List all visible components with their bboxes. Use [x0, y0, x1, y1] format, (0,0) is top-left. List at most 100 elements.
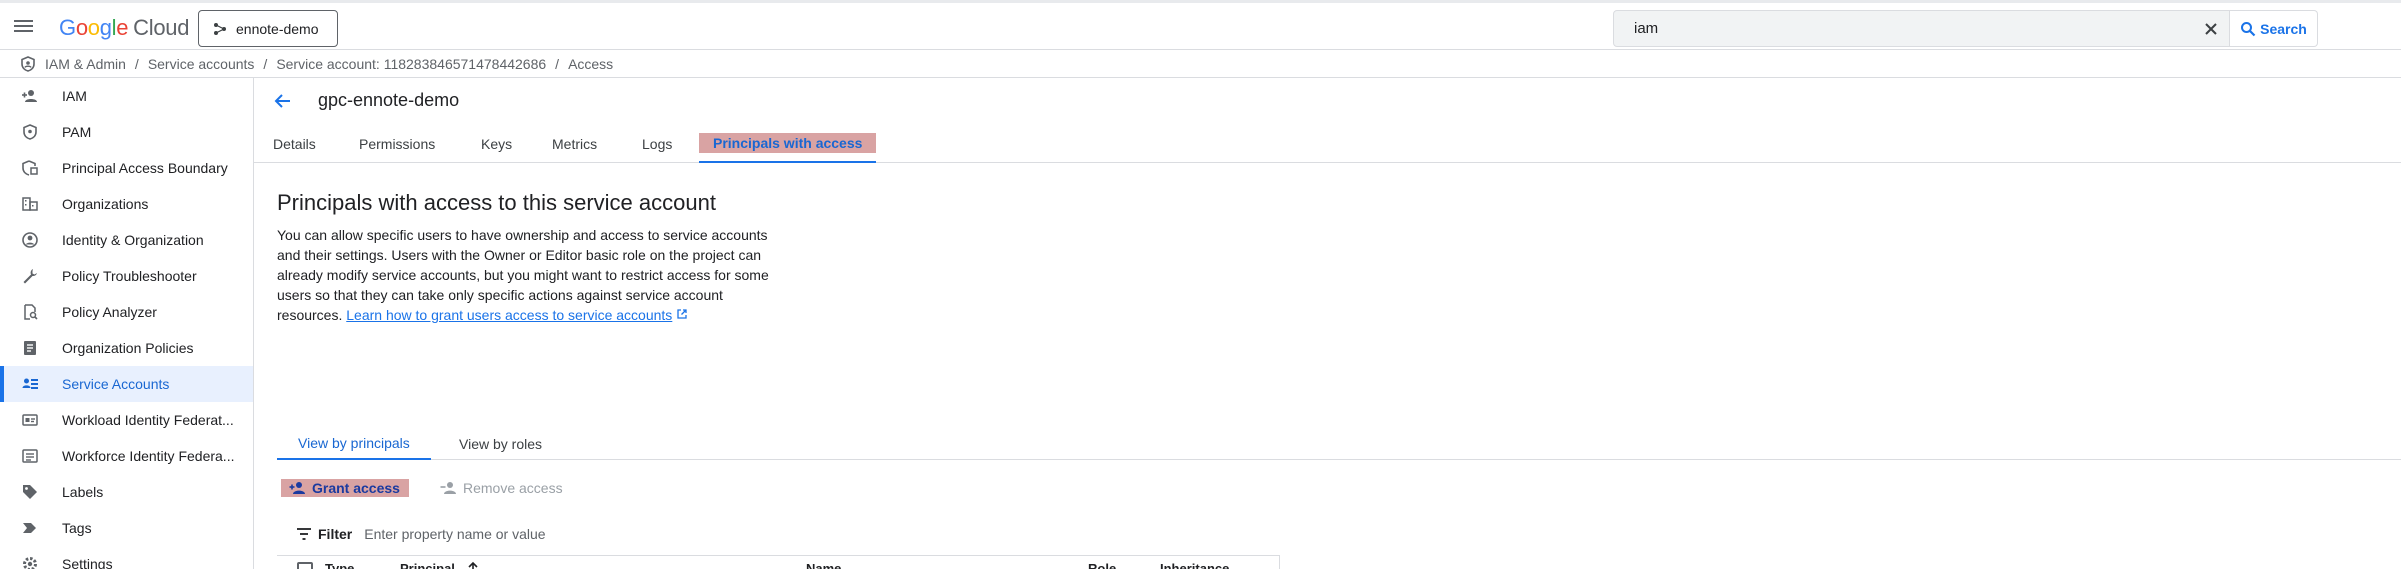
project-picker-button[interactable]: ennote-demo — [198, 10, 338, 47]
sidebar-item-label: Labels — [62, 484, 104, 500]
project-name: ennote-demo — [236, 20, 319, 37]
filter-input[interactable] — [364, 526, 765, 542]
sidebar-item-principal-access-boundary[interactable]: Principal Access Boundary — [0, 150, 253, 186]
sidebar-item-policy-analyzer[interactable]: Policy Analyzer — [0, 294, 253, 330]
tab-label: Principals with access — [699, 133, 877, 153]
document-search-icon — [24, 304, 38, 320]
wrench-icon — [23, 269, 37, 284]
remove-access-button[interactable]: Remove access — [440, 478, 563, 498]
sidebar-item-label: Tags — [62, 520, 92, 536]
sort-ascending-icon[interactable] — [467, 561, 479, 569]
breadcrumb-separator: / — [555, 55, 560, 72]
tab-principals-with-access[interactable]: Principals with access — [699, 125, 877, 163]
sidebar-item-policy-troubleshooter[interactable]: Policy Troubleshooter — [0, 258, 253, 294]
breadcrumb-access: Access — [568, 55, 614, 72]
search-box[interactable] — [1613, 10, 2230, 47]
search-icon — [2241, 21, 2256, 36]
subtab-label: View by roles — [459, 435, 543, 452]
column-header-name[interactable]: Name — [806, 561, 841, 569]
column-header-principal[interactable]: Principal — [400, 561, 455, 569]
google-cloud-logo[interactable]: Google Cloud — [59, 15, 189, 41]
tab-view-by-roles[interactable]: View by roles — [459, 427, 542, 460]
select-all-checkbox[interactable] — [297, 562, 313, 569]
search-input[interactable] — [1634, 20, 2194, 37]
external-link-icon — [677, 309, 687, 319]
sidebar-item-label: Service Accounts — [62, 376, 170, 392]
column-header-type[interactable]: Type — [325, 561, 354, 569]
iam-shield-icon — [21, 55, 35, 72]
sidebar-item-label: Workforce Identity Federa... — [62, 448, 235, 464]
breadcrumb-service-accounts[interactable]: Service accounts — [148, 56, 255, 72]
list-card-icon — [22, 449, 38, 463]
tag-icon — [23, 485, 37, 499]
sidebar-item-tags[interactable]: Tags — [0, 510, 253, 546]
tab-view-by-principals[interactable]: View by principals — [277, 427, 431, 460]
sidebar-item-workforce-identity-federation[interactable]: Workforce Identity Federa... — [0, 438, 253, 474]
top-bar: GoogleCloud ennote-demo Search — [0, 0, 2401, 50]
search-button-label: Search — [2260, 20, 2307, 37]
section-title: Principals with access to this service a… — [277, 190, 716, 215]
tab-bar: Details Permissions Keys Metrics Logs Pr… — [254, 125, 2401, 163]
filter-label: Filter — [318, 526, 353, 542]
sidebar-item-label: Settings — [62, 556, 113, 569]
person-add-icon — [22, 90, 37, 102]
tab-logs[interactable]: Logs — [642, 125, 672, 163]
sidebar-item-identity-organization[interactable]: Identity & Organization — [0, 222, 253, 258]
building-icon — [22, 197, 38, 211]
person-remove-icon — [440, 482, 456, 494]
main-menu-icon[interactable] — [14, 17, 36, 35]
service-account-icon — [22, 378, 38, 389]
sidebar-item-label: PAM — [62, 124, 92, 140]
sidebar-item-label: Policy Analyzer — [62, 304, 157, 320]
sidebar-item-organizations[interactable]: Organizations — [0, 186, 253, 222]
breadcrumb-separator: / — [263, 55, 268, 72]
grant-access-button[interactable]: Grant access — [281, 479, 409, 497]
column-header-inheritance[interactable]: Inheritance — [1160, 561, 1229, 569]
breadcrumb-iam-admin[interactable]: IAM & Admin — [45, 56, 126, 72]
table-header: Type Principal Name Role Inheritance — [277, 555, 1280, 569]
sidebar-item-service-accounts[interactable]: Service Accounts — [0, 366, 253, 402]
sidebar-item-label: Organizations — [62, 196, 149, 212]
remove-access-label: Remove access — [463, 480, 563, 496]
sidebar-item-organization-policies[interactable]: Organization Policies — [0, 330, 253, 366]
sidebar-item-iam[interactable]: IAM — [0, 78, 253, 114]
sidebar-item-label: Organization Policies — [62, 340, 194, 356]
tab-label: Details — [273, 136, 316, 152]
sidebar-item-pam[interactable]: PAM — [0, 114, 253, 150]
project-hub-icon — [214, 22, 226, 35]
tab-label: Metrics — [552, 136, 598, 152]
tab-label: Permissions — [359, 136, 436, 152]
sidebar-item-workload-identity-federation[interactable]: Workload Identity Federat... — [0, 402, 253, 438]
breadcrumb-separator: / — [134, 55, 139, 72]
sidebar-item-label: Identity & Organization — [62, 232, 204, 248]
breadcrumb-service-account-id[interactable]: Service account: 118283846571478442686 — [276, 56, 546, 72]
label-arrow-icon — [23, 523, 36, 533]
sidebar-item-settings[interactable]: Settings — [0, 546, 253, 569]
sidebar-item-label: Workload Identity Federat... — [62, 412, 234, 428]
gear-icon — [23, 557, 37, 569]
tab-keys[interactable]: Keys — [481, 125, 512, 163]
breadcrumb: IAM & Admin / Service accounts / Service… — [0, 50, 2401, 78]
grant-access-label: Grant access — [312, 480, 400, 496]
page-title: gpc-ennote-demo — [318, 90, 460, 110]
id-card-icon — [22, 414, 38, 426]
sidebar-item-label: Principal Access Boundary — [62, 160, 228, 176]
tab-details[interactable]: Details — [273, 125, 316, 163]
learn-more-link-text: Learn how to grant users access to servi… — [346, 307, 673, 323]
tab-metrics[interactable]: Metrics — [552, 125, 597, 163]
tab-label: Logs — [642, 136, 673, 152]
shield-icon — [23, 124, 37, 140]
learn-more-link[interactable]: Learn how to grant users access to servi… — [346, 307, 672, 323]
policy-document-icon — [24, 341, 36, 355]
filter-icon — [297, 528, 311, 540]
filter-bar: Filter — [277, 519, 2401, 549]
tab-permissions[interactable]: Permissions — [359, 125, 435, 163]
back-arrow-icon[interactable] — [271, 89, 295, 113]
column-header-role[interactable]: Role — [1088, 561, 1116, 569]
sidebar-item-labels[interactable]: Labels — [0, 474, 253, 510]
search-button[interactable]: Search — [2230, 10, 2318, 47]
subtab-label: View by principals — [298, 434, 410, 451]
account-circle-icon — [22, 232, 38, 248]
close-icon[interactable] — [2201, 19, 2221, 39]
person-add-icon — [289, 482, 305, 494]
